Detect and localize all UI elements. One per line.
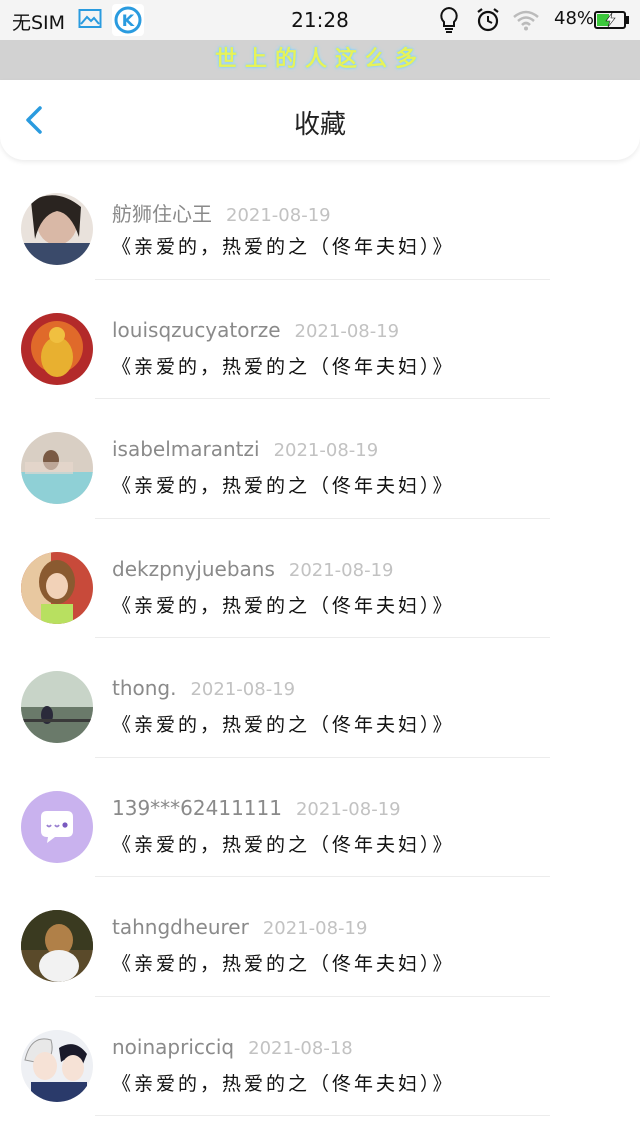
- date: 2021-08-19: [288, 559, 394, 581]
- date: 2021-08-19: [262, 918, 368, 939]
- avatar[interactable]: [21, 790, 93, 863]
- header-bar: 收藏: [0, 80, 640, 160]
- item-title: 《亲爱的，热爱的之（佟年夫妇）》: [112, 833, 455, 856]
- avatar[interactable]: [21, 193, 93, 265]
- clock-time: 21:28: [291, 8, 349, 32]
- bulb-icon: [437, 6, 461, 38]
- username: louisqzucyatorze: [112, 317, 281, 342]
- username: noinapricciq: [112, 1034, 235, 1059]
- battery-percent: 48%: [554, 8, 595, 29]
- avatar[interactable]: [21, 671, 93, 743]
- list-item[interactable]: noinapricciq 2021-08-18 《亲爱的，热爱的之（佟年夫妇）》: [0, 997, 640, 1117]
- chat-bubble-icon: [21, 790, 93, 863]
- avatar[interactable]: [21, 312, 93, 385]
- username: tahngdheurer: [112, 915, 249, 939]
- item-title: 《亲爱的，热爱的之（佟年夫妇）》: [112, 355, 455, 378]
- username: isabelmarantzi: [112, 437, 260, 461]
- date: 2021-08-19: [294, 320, 400, 342]
- favorites-list: 舫狮住心王 2021-08-19 《亲爱的，热爱的之（佟年夫妇）》 louisqz…: [0, 160, 640, 1116]
- status-bar: 无SIM K 21:28 48%: [0, 0, 640, 40]
- battery-charging-icon: [594, 11, 630, 33]
- username: dekzpnyjuebans: [112, 556, 275, 581]
- item-title: 《亲爱的，热爱的之（佟年夫妇）》: [112, 594, 455, 617]
- date: 2021-08-19: [295, 798, 401, 820]
- item-title: 《亲爱的，热爱的之（佟年夫妇）》: [112, 953, 455, 975]
- username: thong.: [112, 676, 177, 700]
- avatar[interactable]: [21, 551, 93, 624]
- list-item[interactable]: dekzpnyjuebans 2021-08-19 《亲爱的，热爱的之（佟年夫妇）…: [0, 519, 640, 639]
- avatar[interactable]: [21, 432, 93, 504]
- avatar[interactable]: [21, 910, 93, 982]
- list-item[interactable]: louisqzucyatorze 2021-08-19 《亲爱的，热爱的之（佟年夫…: [0, 280, 640, 400]
- avatar[interactable]: [21, 1029, 93, 1102]
- item-title: 《亲爱的，热爱的之（佟年夫妇）》: [112, 236, 455, 258]
- username: 139***62411111: [112, 795, 282, 820]
- item-title: 《亲爱的，热爱的之（佟年夫妇）》: [112, 1072, 455, 1095]
- wifi-icon: [512, 9, 540, 35]
- banner-text: 世上的人这么多: [214, 47, 425, 72]
- date: 2021-08-18: [248, 1037, 353, 1059]
- list-item[interactable]: thong. 2021-08-19 《亲爱的，热爱的之（佟年夫妇）》: [0, 638, 640, 758]
- item-title: 《亲爱的，热爱的之（佟年夫妇）》: [112, 714, 455, 736]
- page-title: 收藏: [293, 110, 346, 140]
- date: 2021-08-19: [190, 679, 296, 700]
- list-item[interactable]: tahngdheurer 2021-08-19 《亲爱的，热爱的之（佟年夫妇）》: [0, 877, 640, 997]
- item-title: 《亲爱的，热爱的之（佟年夫妇）》: [112, 475, 455, 497]
- top-banner: 世上的人这么多: [0, 40, 640, 80]
- username: 舫狮住心王: [112, 202, 212, 226]
- date: 2021-08-19: [226, 205, 331, 226]
- list-item[interactable]: 139***62411111 2021-08-19 《亲爱的，热爱的之（佟年夫妇）…: [0, 758, 640, 878]
- alarm-icon: [475, 7, 501, 37]
- list-item[interactable]: isabelmarantzi 2021-08-19 《亲爱的，热爱的之（佟年夫妇）…: [0, 399, 640, 519]
- date: 2021-08-19: [273, 440, 379, 461]
- list-item[interactable]: 舫狮住心王 2021-08-19 《亲爱的，热爱的之（佟年夫妇）》: [0, 160, 640, 280]
